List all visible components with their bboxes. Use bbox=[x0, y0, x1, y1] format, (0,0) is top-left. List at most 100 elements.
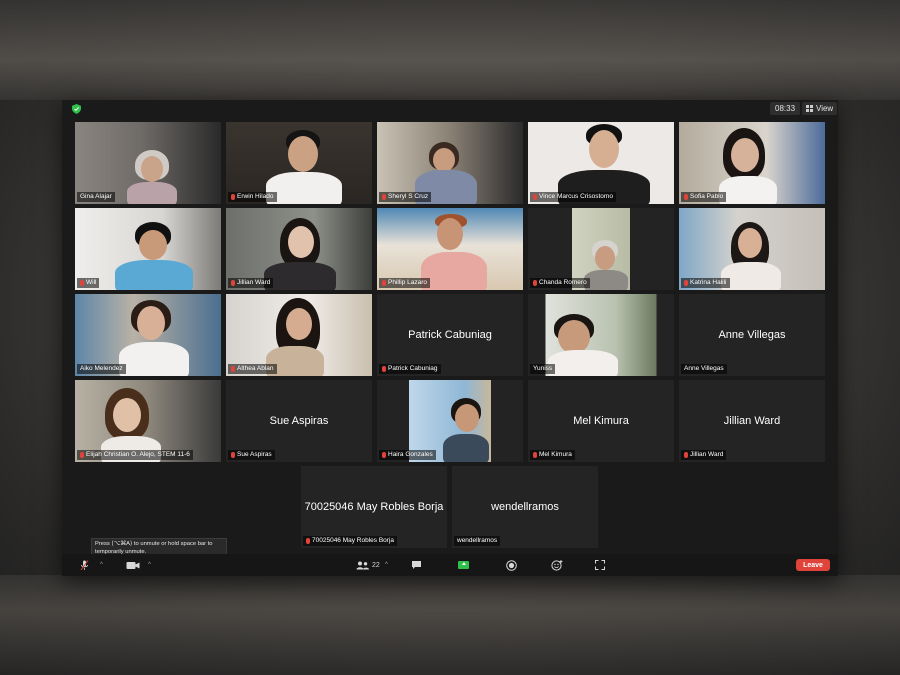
unmute-button[interactable] bbox=[80, 559, 89, 571]
mic-muted-icon bbox=[231, 280, 235, 286]
person-body bbox=[266, 172, 342, 204]
grid-view-icon bbox=[806, 105, 813, 112]
share-screen-button[interactable] bbox=[458, 559, 469, 571]
participant-name-label: Patrick Cabuniag bbox=[379, 364, 441, 374]
video-tile-patrick-cabuniag[interactable]: Patrick Cabuniag Patrick Cabuniag bbox=[377, 294, 523, 376]
participant-name-label: Sofia Pablo bbox=[681, 192, 727, 202]
person-face bbox=[731, 138, 759, 172]
video-tile-elijah-christian-alejo[interactable]: Elijah Christian O. Alejo, STEM 11-6 bbox=[75, 380, 221, 462]
video-tile-yuniss[interactable]: Yuniss bbox=[528, 294, 674, 376]
person-body bbox=[421, 252, 487, 290]
participant-name-label: Phillip Lazaro bbox=[379, 278, 431, 288]
unmute-tooltip: Press ⟨⌥⌘A⟩ to unmute or hold space bar … bbox=[91, 538, 227, 555]
mic-muted-icon bbox=[382, 452, 386, 458]
person-body bbox=[721, 262, 781, 290]
person-body bbox=[584, 270, 628, 290]
video-camera-icon bbox=[126, 561, 140, 569]
participant-name-label: Althea Ablan bbox=[228, 364, 277, 374]
video-tile-haira-gonzales[interactable]: Haira Gonzales bbox=[377, 380, 523, 462]
video-tile-mel-kimura[interactable]: Mel Kimura Mel Kimura bbox=[528, 380, 674, 462]
background-blur-bottom bbox=[0, 575, 900, 675]
person-body bbox=[119, 342, 189, 376]
participant-name-label: Erwin Hilado bbox=[228, 192, 277, 202]
fullscreen-button[interactable] bbox=[595, 559, 605, 571]
person-body bbox=[548, 350, 618, 376]
video-tile-chanda-romero[interactable]: Chanda Romero bbox=[528, 208, 674, 290]
start-video-button[interactable] bbox=[126, 559, 140, 571]
person-face bbox=[433, 148, 455, 172]
person-body bbox=[264, 262, 336, 290]
participant-name-label: Anne Villegas bbox=[681, 364, 727, 374]
person-face bbox=[137, 306, 165, 340]
mic-muted-icon bbox=[533, 452, 537, 458]
participant-name-label: Elijah Christian O. Alejo, STEM 11-6 bbox=[77, 450, 193, 460]
mic-muted-icon bbox=[382, 194, 386, 200]
video-options-chevron-icon[interactable]: ^ bbox=[148, 559, 151, 571]
reactions-button[interactable] bbox=[551, 559, 563, 571]
mic-muted-icon bbox=[231, 194, 235, 200]
person-body bbox=[115, 260, 193, 290]
participant-name-label: Jillian Ward bbox=[228, 278, 274, 288]
person-face bbox=[286, 308, 312, 340]
participants-options-chevron-icon[interactable]: ^ bbox=[385, 559, 388, 571]
mic-muted-icon bbox=[684, 452, 688, 458]
record-icon bbox=[506, 559, 517, 571]
person-face bbox=[738, 228, 762, 258]
participant-name-label: Vince Marcus Crisostomo bbox=[530, 192, 616, 202]
video-tile-katrina-halili[interactable]: Katrina Halili bbox=[679, 208, 825, 290]
mic-muted-icon bbox=[80, 280, 84, 286]
meeting-timer: 08:33 bbox=[770, 102, 801, 115]
participants-button[interactable]: 22 bbox=[356, 559, 380, 571]
participant-name-label: Yuniss bbox=[530, 364, 556, 374]
video-tile-phillip-lazaro[interactable]: Phillip Lazaro bbox=[377, 208, 523, 290]
participants-count: 22 bbox=[372, 561, 380, 569]
video-tile-sue-aspiras[interactable]: Sue Aspiras Sue Aspiras bbox=[226, 380, 372, 462]
video-tile-vince-marcus-crisostomo[interactable]: Vince Marcus Crisostomo bbox=[528, 122, 674, 204]
record-button[interactable] bbox=[506, 559, 517, 571]
share-screen-icon bbox=[458, 561, 469, 569]
audio-options-chevron-icon[interactable]: ^ bbox=[100, 559, 103, 571]
video-tile-althea-ablan[interactable]: Althea Ablan bbox=[226, 294, 372, 376]
video-tile-may-robles-borja[interactable]: 70025046 May Robles Borja 70025046 May R… bbox=[301, 466, 447, 548]
video-tile-wendellramos[interactable]: wendellramos wendellramos bbox=[452, 466, 598, 548]
person-face bbox=[288, 136, 318, 172]
leave-button[interactable]: Leave bbox=[796, 559, 830, 571]
participant-name-label: 70025046 May Robles Borja bbox=[303, 536, 398, 546]
participant-name-label: Jillian Ward bbox=[681, 450, 727, 460]
person-face bbox=[141, 156, 163, 182]
shield-icon[interactable] bbox=[72, 104, 81, 114]
participant-name-label: Haira Gonzales bbox=[379, 450, 436, 460]
person-body bbox=[127, 182, 177, 204]
person-face bbox=[288, 226, 314, 258]
mic-muted-icon bbox=[231, 366, 235, 372]
video-tile-sheryl-s-cruz[interactable]: Sheryl S Cruz bbox=[377, 122, 523, 204]
chat-button[interactable] bbox=[411, 559, 422, 571]
person-face bbox=[437, 218, 463, 250]
participant-name-label: wendellramos bbox=[454, 536, 501, 546]
view-button-label: View bbox=[816, 104, 834, 113]
participant-name-label: Katrina Halili bbox=[681, 278, 730, 288]
video-tile-sofia-pablo[interactable]: Sofia Pablo bbox=[679, 122, 825, 204]
video-tile-jillian-ward[interactable]: Jillian Ward bbox=[226, 208, 372, 290]
video-tile-gina-alajar[interactable]: Gina Alajar bbox=[75, 122, 221, 204]
person-face bbox=[455, 404, 479, 432]
mic-muted-icon bbox=[231, 452, 235, 458]
participant-name-label: Chanda Romero bbox=[530, 278, 590, 288]
video-tile-erwin-hilado[interactable]: Erwin Hilado bbox=[226, 122, 372, 204]
mic-muted-icon bbox=[382, 366, 386, 372]
participant-name-label: Gina Alajar bbox=[77, 192, 115, 202]
participant-name-label: Will bbox=[77, 278, 100, 288]
video-tile-jillian-ward-2[interactable]: Jillian Ward Jillian Ward bbox=[679, 380, 825, 462]
zoom-meeting-window: 08:33 View Gina Alajar Erwin Hilado Sher… bbox=[62, 100, 838, 576]
video-tile-anne-villegas[interactable]: Anne Villegas Anne Villegas bbox=[679, 294, 825, 376]
mic-muted-icon bbox=[80, 452, 84, 458]
meeting-toolbar: ^ ^ 22 ^ Leave bbox=[62, 554, 838, 576]
mic-muted-icon bbox=[306, 538, 310, 544]
video-tile-aiko-melendez[interactable]: Aiko Melendez bbox=[75, 294, 221, 376]
view-button[interactable]: View bbox=[802, 102, 838, 115]
video-tile-will[interactable]: Will bbox=[75, 208, 221, 290]
person-face bbox=[595, 246, 615, 270]
chat-icon bbox=[412, 561, 421, 569]
participant-name-label: Sheryl S Cruz bbox=[379, 192, 432, 202]
participant-name-label: Sue Aspiras bbox=[228, 450, 275, 460]
